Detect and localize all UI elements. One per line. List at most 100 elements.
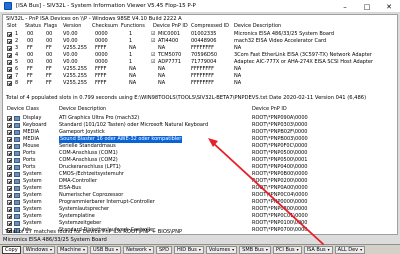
class-row[interactable]: System Programmierbarer Interrupt-Control… <box>3 199 397 206</box>
device-icon <box>14 116 20 121</box>
row-checkbox[interactable] <box>7 46 12 51</box>
cell-description: Adaptec AIC-777X or AHA-274X EISA SCSI H… <box>234 59 374 65</box>
tab-pci-bus[interactable]: PCI Bus ▾ <box>272 245 302 254</box>
row-checkbox[interactable] <box>7 53 12 58</box>
col-status[interactable]: Status <box>25 23 41 30</box>
device-row[interactable]: 7 FF FF V255.255 FFFF NA NA FFFFFFFF NA <box>3 73 397 80</box>
cell-description: Micronics EISA 486/33/25 System Board <box>234 31 335 37</box>
row-checkbox[interactable] <box>7 144 12 149</box>
row-checkbox[interactable] <box>7 137 12 142</box>
cell-checksum: FFFF <box>95 80 107 86</box>
class-row[interactable]: Keyboard Standard (101/102 Tasten) oder M… <box>3 122 397 129</box>
maximize-button[interactable]: □ <box>356 0 378 13</box>
col-device-class[interactable]: Device Class <box>7 106 39 113</box>
tab-hid-bus[interactable]: HID Bus ▾ <box>174 245 204 254</box>
row-checkbox[interactable] <box>7 32 12 37</box>
close-button[interactable]: ✕ <box>378 0 400 13</box>
tab-copy[interactable]: Copy <box>2 245 21 254</box>
class-row[interactable]: System CMOS-/Echtzeitsystemuhr ROOT\*PNP0B… <box>3 171 397 178</box>
device-row[interactable]: 6 FF FF V255.255 FFFF NA NA FFFFFFFF NA <box>3 66 397 73</box>
row-checkbox[interactable] <box>7 123 12 128</box>
row-checkbox[interactable] <box>7 165 12 170</box>
row-checkbox[interactable] <box>7 81 12 86</box>
window-title: [ISA Bus] - SIV32L - System Information … <box>16 3 196 9</box>
row-checkbox[interactable] <box>7 158 12 163</box>
cell-class: System <box>23 199 42 205</box>
row-checkbox[interactable] <box>7 207 12 212</box>
col-device-description[interactable]: Device Description <box>234 23 281 30</box>
device-icon <box>14 151 20 156</box>
col-compressed-id[interactable]: Compressed ID <box>191 23 229 30</box>
class-row-selected[interactable]: MEDIA Sound Blaster 16 oder AWE-32 oder k… <box>3 136 397 143</box>
cell-compressed-id: FFFFFFFF <box>191 80 215 86</box>
tab-volumes[interactable]: Volumes ▾ <box>205 245 238 254</box>
row-checkbox[interactable] <box>7 60 12 65</box>
row-checkbox[interactable] <box>7 39 12 44</box>
row-checkbox[interactable] <box>7 221 12 226</box>
minimize-button[interactable]: – <box>334 0 356 13</box>
col-slot[interactable]: Slot <box>7 23 17 30</box>
class-row[interactable]: System Numerischer Coprozessor ROOT\*PNP0C… <box>3 192 397 199</box>
cell-functions: NA <box>129 80 137 86</box>
device-icon <box>14 130 20 135</box>
cell-flags: FF <box>46 80 52 86</box>
col-version[interactable]: Version <box>63 23 81 30</box>
row-checkbox[interactable] <box>7 214 12 219</box>
col-pnp-id[interactable]: Device PnP ID <box>153 23 188 30</box>
row-checkbox[interactable] <box>7 116 12 121</box>
cell-description: Druckeranschluss (LPT1) <box>59 164 121 170</box>
class-row[interactable]: Ports COM-Anschluss (COM1) ROOT\*PNP0500\0… <box>3 150 397 157</box>
row-checkbox[interactable] <box>7 130 12 135</box>
col-checksum[interactable]: Checksum <box>92 23 118 30</box>
class-row[interactable]: MEDIA Gameport Joystick ROOT\*PNPB02F\0000 <box>3 129 397 136</box>
col-device-description[interactable]: Device Description <box>59 106 106 113</box>
col-functions[interactable]: Functions <box>121 23 145 30</box>
row-checkbox[interactable] <box>7 151 12 156</box>
class-row[interactable]: System Systemzeitgeber ROOT\*PNP0100\0000 <box>3 220 397 227</box>
tab-network[interactable]: Network ▾ <box>123 245 154 254</box>
device-row[interactable]: 4 00 00 V0.00 0000 1 ☑ TCM5070 70596D50 … <box>3 52 397 59</box>
class-row[interactable]: System DMA-Controller ROOT\*PNP0200\0000 <box>3 178 397 185</box>
cell-description: Systemzeitgeber <box>59 220 102 226</box>
cell-description-selected[interactable]: Sound Blaster 16 oder AWE-32 oder kompat… <box>59 136 183 143</box>
tab-machine[interactable]: Machine ▾ <box>57 245 88 254</box>
cell-description: NA <box>234 45 242 51</box>
class-row[interactable]: Ports Druckeranschluss (LPT1) ROOT\*PNP040… <box>3 164 397 171</box>
cell-pnp-id: ROOT\*PNP0C01\0000 <box>252 213 308 219</box>
cell-pnp-id: NA <box>158 45 166 51</box>
populated-slots-summary: Total of 4 populated slots in 0.799 seco… <box>6 95 367 101</box>
row-checkbox[interactable] <box>7 179 12 184</box>
tab-spd[interactable]: SPD <box>155 245 173 254</box>
row-checkbox[interactable] <box>7 200 12 205</box>
tab-usb-bus[interactable]: USB Bus ▾ <box>89 245 122 254</box>
row-checkbox[interactable] <box>7 186 12 191</box>
device-row[interactable]: 3 FF FF V255.255 FFFF NA NA FFFFFFFF NA <box>3 45 397 52</box>
row-checkbox[interactable] <box>7 193 12 198</box>
class-row[interactable]: System Systemplatine ROOT\*PNP0C01\0000 <box>3 213 397 220</box>
cell-class: System <box>23 171 42 177</box>
cell-class: MEDIA <box>23 129 40 135</box>
col-device-pnp-id[interactable]: Device PnP ID <box>252 106 287 113</box>
row-checkbox[interactable] <box>7 172 12 177</box>
class-row[interactable]: Ports COM-Anschluss (COM2) ROOT\*PNP0500\0… <box>3 157 397 164</box>
device-row[interactable]: 8 FF FF V255.255 FFFF NA NA FFFFFFFF NA <box>3 80 397 87</box>
device-icon <box>14 172 20 177</box>
os-info-line: SIV32L - PnP ISA Devices on \\P - Window… <box>6 16 182 22</box>
chevron-down-icon: ▾ <box>82 247 85 252</box>
class-row[interactable]: Mouse Serielle Standardmaus ROOT\*PNP0F0C\… <box>3 143 397 150</box>
class-row[interactable]: Display ATI Graphics Ultra Pro (mach32) RO… <box>3 115 397 122</box>
tab-windows[interactable]: Windows ▾ <box>22 245 56 254</box>
col-flags[interactable]: Flags <box>44 23 57 30</box>
device-row[interactable]: 2 00 00 V0.00 0000 1 ☑ ATI4400 00448906 … <box>3 38 397 45</box>
tab-smb-bus[interactable]: SMB Bus ▾ <box>239 245 271 254</box>
cell-description: Numerischer Coprozessor <box>59 192 124 198</box>
device-row[interactable]: 5 00 00 V0.00 0000 1 ☑ ADP7771 71779004 … <box>3 59 397 66</box>
class-row[interactable]: System Systemlautsprecher ROOT\*PNP0800\00… <box>3 206 397 213</box>
tab-all-dev[interactable]: ALL Dev ▾ <box>334 245 366 254</box>
row-checkbox[interactable] <box>7 74 12 79</box>
class-row[interactable]: System EISA-Bus ROOT\*PNP0A00\0000 <box>3 185 397 192</box>
row-checkbox[interactable] <box>7 67 12 72</box>
cell-functions: 1 <box>129 31 133 37</box>
device-row[interactable]: 1 00 00 V0.00 0000 1 ☑ MIC0001 01002335 … <box>3 31 397 38</box>
tab-isa-bus[interactable]: ISA Bus ▾ <box>303 245 333 254</box>
